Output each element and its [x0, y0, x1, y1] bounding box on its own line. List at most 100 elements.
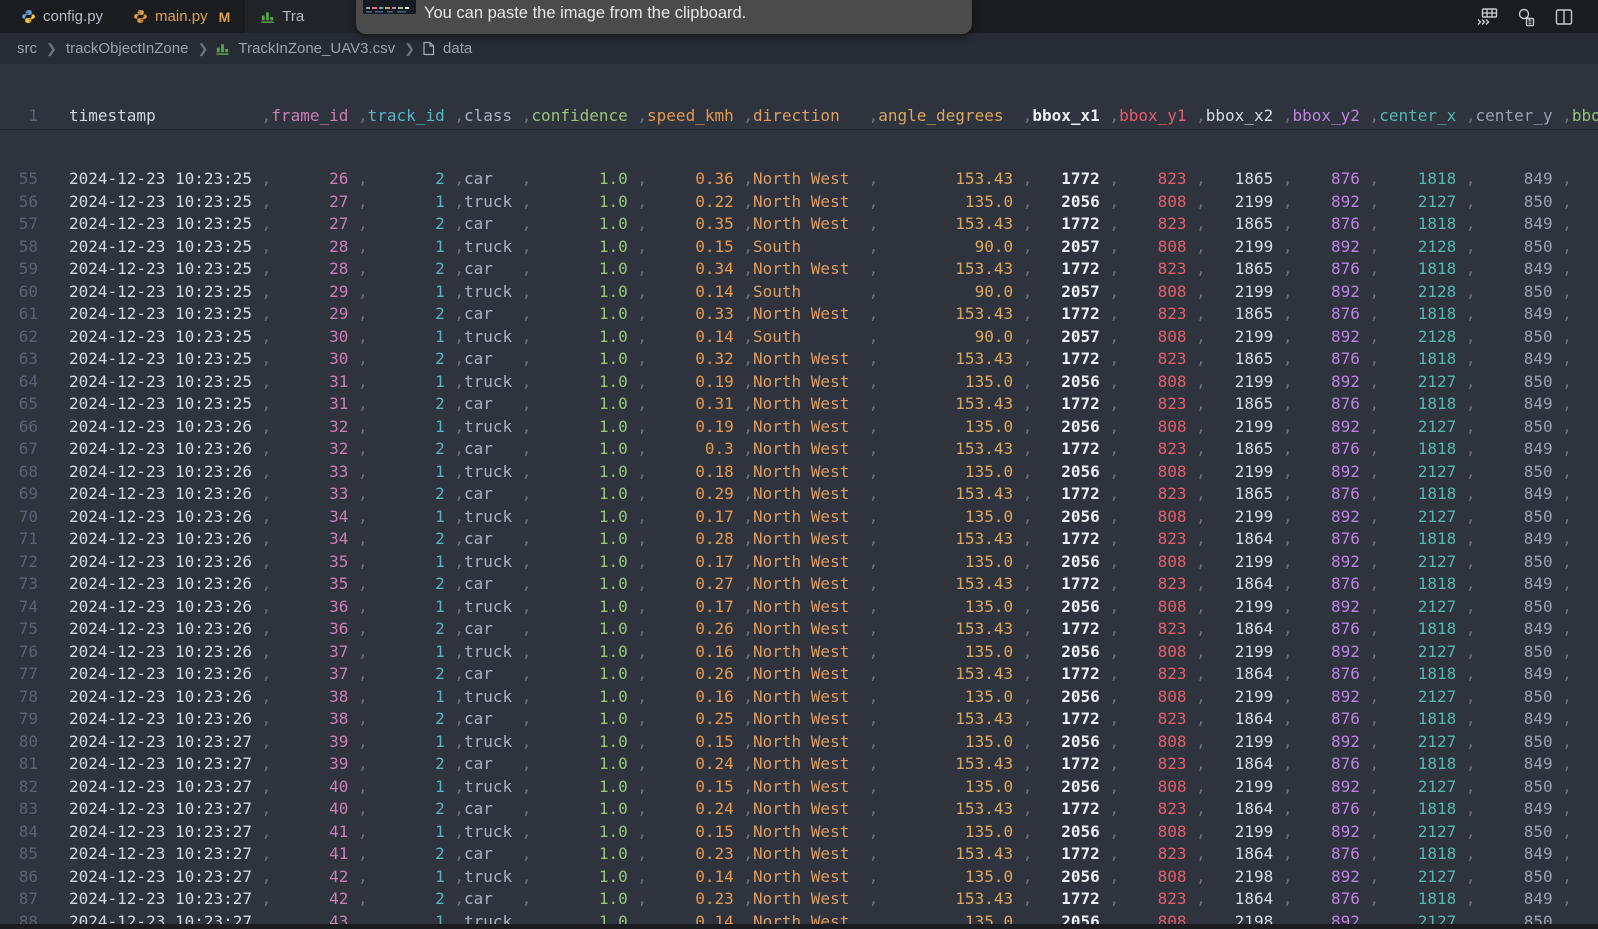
- cell-frame_id: 41: [271, 844, 358, 863]
- cell-confidence: 1.0: [531, 709, 637, 728]
- cell-track_id: 2: [368, 349, 455, 368]
- comma-separator: ,: [869, 372, 879, 391]
- cell-center_y: 850: [1476, 597, 1563, 616]
- comma-separator: ,: [743, 214, 753, 233]
- comma-separator: ,: [1196, 529, 1206, 548]
- cell-bbox_x1: 2056: [1032, 372, 1109, 391]
- comma-separator: ,: [637, 844, 647, 863]
- find-in-file-icon[interactable]: [1516, 7, 1536, 27]
- comma-separator: ,: [1370, 237, 1380, 256]
- comma-separator: ,: [522, 867, 532, 886]
- tooltip-text: You can paste the image from the clipboa…: [424, 4, 746, 23]
- cell-timestamp: 2024-12-23 10:23:26: [69, 484, 262, 503]
- breadcrumb-item-file[interactable]: TrackInZone_UAV3.csv: [238, 40, 395, 57]
- comma-separator: ,: [1196, 417, 1206, 436]
- cell-center_y: 849: [1476, 304, 1563, 323]
- breadcrumb-item-src[interactable]: src: [17, 40, 37, 57]
- cell-confidence: 1.0: [531, 214, 637, 233]
- comma-separator: ,: [522, 642, 532, 661]
- comma-separator: ,: [1466, 259, 1476, 278]
- comma-separator: ,: [1023, 732, 1033, 751]
- cell-bbox_x2: 1864: [1206, 889, 1283, 908]
- tab-config-py[interactable]: config.py: [6, 0, 118, 33]
- comma-separator: ,: [522, 844, 532, 863]
- breadcrumb-item-folder[interactable]: trackObjectInZone: [66, 40, 189, 57]
- comma-separator: ,: [869, 192, 879, 211]
- cell-timestamp: 2024-12-23 10:23:26: [69, 709, 262, 728]
- comma-separator: ,: [637, 349, 647, 368]
- cell-center_y: 849: [1476, 574, 1563, 593]
- breadcrumb-item-data[interactable]: data: [443, 40, 472, 57]
- cell-speed_kmh: 0.19: [647, 417, 743, 436]
- comma-separator: ,: [1370, 372, 1380, 391]
- comma-separator: ,: [1109, 777, 1119, 796]
- comma-separator: ,: [1562, 529, 1572, 548]
- tab-main-py[interactable]: main.py M: [118, 0, 245, 33]
- line-number: 70: [0, 506, 38, 529]
- comma-separator: ,: [454, 619, 464, 638]
- cell-center_y: 849: [1476, 529, 1563, 548]
- comma-separator: ,: [869, 349, 879, 368]
- comma-separator: ,: [1466, 844, 1476, 863]
- cell-track_id: 1: [368, 822, 455, 841]
- cell-confidence: 1.0: [531, 417, 637, 436]
- cell-bbox_x1: 1772: [1032, 754, 1109, 773]
- cell-direction: North West: [753, 214, 869, 233]
- comma-separator: ,: [1466, 214, 1476, 233]
- comma-separator: ,: [1466, 304, 1476, 323]
- csv-row: 662024-12-23 10:23:26 , 32 , 1 ,truck , …: [0, 416, 1598, 439]
- comma-separator: ,: [869, 687, 879, 706]
- line-number: 69: [0, 483, 38, 506]
- comma-separator: ,: [262, 889, 272, 908]
- cell-timestamp: 2024-12-23 10:23:27: [69, 822, 262, 841]
- comma-separator: ,: [869, 844, 879, 863]
- cell-bbox_x1: 1772: [1032, 484, 1109, 503]
- comma-separator: ,: [1370, 844, 1380, 863]
- cell-bbox_x1: 1772: [1032, 394, 1109, 413]
- line-number: 59: [0, 258, 38, 281]
- csv-table-settings-icon[interactable]: [1476, 7, 1498, 27]
- comma-separator: ,: [262, 106, 272, 125]
- cell-speed_kmh: 0.15: [647, 237, 743, 256]
- cell-bbox_y2: 876: [1292, 214, 1369, 233]
- cell-confidence: 1.0: [531, 394, 637, 413]
- comma-separator: ,: [262, 754, 272, 773]
- cell-speed_kmh: 0.26: [647, 619, 743, 638]
- csv-editor[interactable]: 1timestamp ,frame_id ,track_id ,class ,c…: [0, 64, 1598, 929]
- cell-direction: North West: [753, 777, 869, 796]
- comma-separator: ,: [637, 462, 647, 481]
- comma-separator: ,: [743, 642, 753, 661]
- cell-frame_id: 38: [271, 709, 358, 728]
- cell-center_x: 2127: [1379, 552, 1466, 571]
- cell-class: car: [464, 214, 522, 233]
- cell-track_id: 1: [368, 237, 455, 256]
- comma-separator: ,: [262, 822, 272, 841]
- comma-separator: ,: [1109, 844, 1119, 863]
- cell-timestamp: 2024-12-23 10:23:25: [69, 169, 262, 188]
- cell-track_id: 2: [368, 799, 455, 818]
- cell-frame_id: 29: [271, 304, 358, 323]
- comma-separator: ,: [262, 709, 272, 728]
- csv-row: 712024-12-23 10:23:26 , 34 , 2 ,car , 1.…: [0, 528, 1598, 551]
- comma-separator: ,: [522, 777, 532, 796]
- comma-separator: ,: [1370, 439, 1380, 458]
- comma-separator: ,: [1562, 574, 1572, 593]
- comma-separator: ,: [358, 439, 368, 458]
- cell-class: car: [464, 484, 522, 503]
- comma-separator: ,: [522, 552, 532, 571]
- cell-confidence: 1.0: [531, 754, 637, 773]
- comma-separator: ,: [743, 192, 753, 211]
- cell-bbox_x2: 2199: [1206, 687, 1283, 706]
- cell-class: truck: [464, 372, 522, 391]
- comma-separator: ,: [522, 484, 532, 503]
- comma-separator: ,: [262, 169, 272, 188]
- comma-separator: ,: [1562, 327, 1572, 346]
- cell-bbox_x1: 2056: [1032, 732, 1109, 751]
- comma-separator: ,: [1196, 597, 1206, 616]
- split-editor-icon[interactable]: [1554, 7, 1574, 27]
- cell-bbox_y1: 808: [1119, 687, 1196, 706]
- comma-separator: ,: [743, 777, 753, 796]
- cell-direction: North West: [753, 889, 869, 908]
- comma-separator: ,: [1196, 304, 1206, 323]
- cell-bbox_x2: 1864: [1206, 709, 1283, 728]
